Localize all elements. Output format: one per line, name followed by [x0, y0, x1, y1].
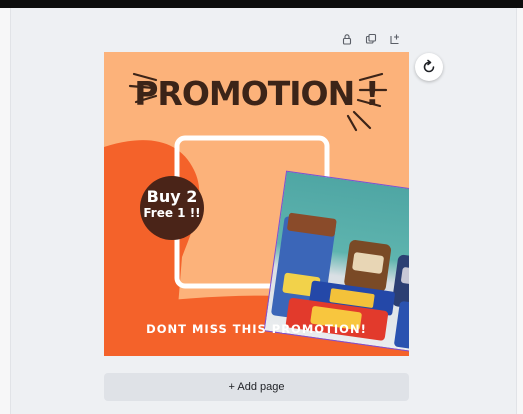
buy-2-free-1-badge[interactable]: Buy 2 Free 1 !! [140, 176, 204, 240]
duplicate-icon [365, 33, 377, 44]
add-page-button[interactable]: + Add page [104, 373, 409, 401]
badge-line-1: Buy 2 [146, 187, 198, 206]
add-page-icon [390, 34, 399, 45]
rotate-icon [423, 59, 435, 73]
dont-miss-text[interactable]: DONT MISS THIS PROMOTION! [104, 322, 409, 336]
lock-button[interactable] [338, 31, 356, 47]
page-toolbar [338, 31, 410, 47]
left-panel-edge [0, 8, 11, 414]
right-scrollbar[interactable] [516, 8, 523, 414]
window-top-bar [0, 0, 523, 8]
duplicate-button[interactable] [362, 31, 380, 47]
badge-line-2: Free 1 !! [143, 206, 201, 220]
add-page-toolbar-button[interactable] [386, 31, 404, 47]
lock-icon [342, 34, 352, 45]
rotate-button[interactable] [415, 53, 443, 81]
promotion-title[interactable]: PROMOTION ! [104, 74, 409, 113]
design-canvas[interactable]: PROMOTION ! Buy 2 Free 1 !! DONT MISS TH… [104, 52, 409, 356]
